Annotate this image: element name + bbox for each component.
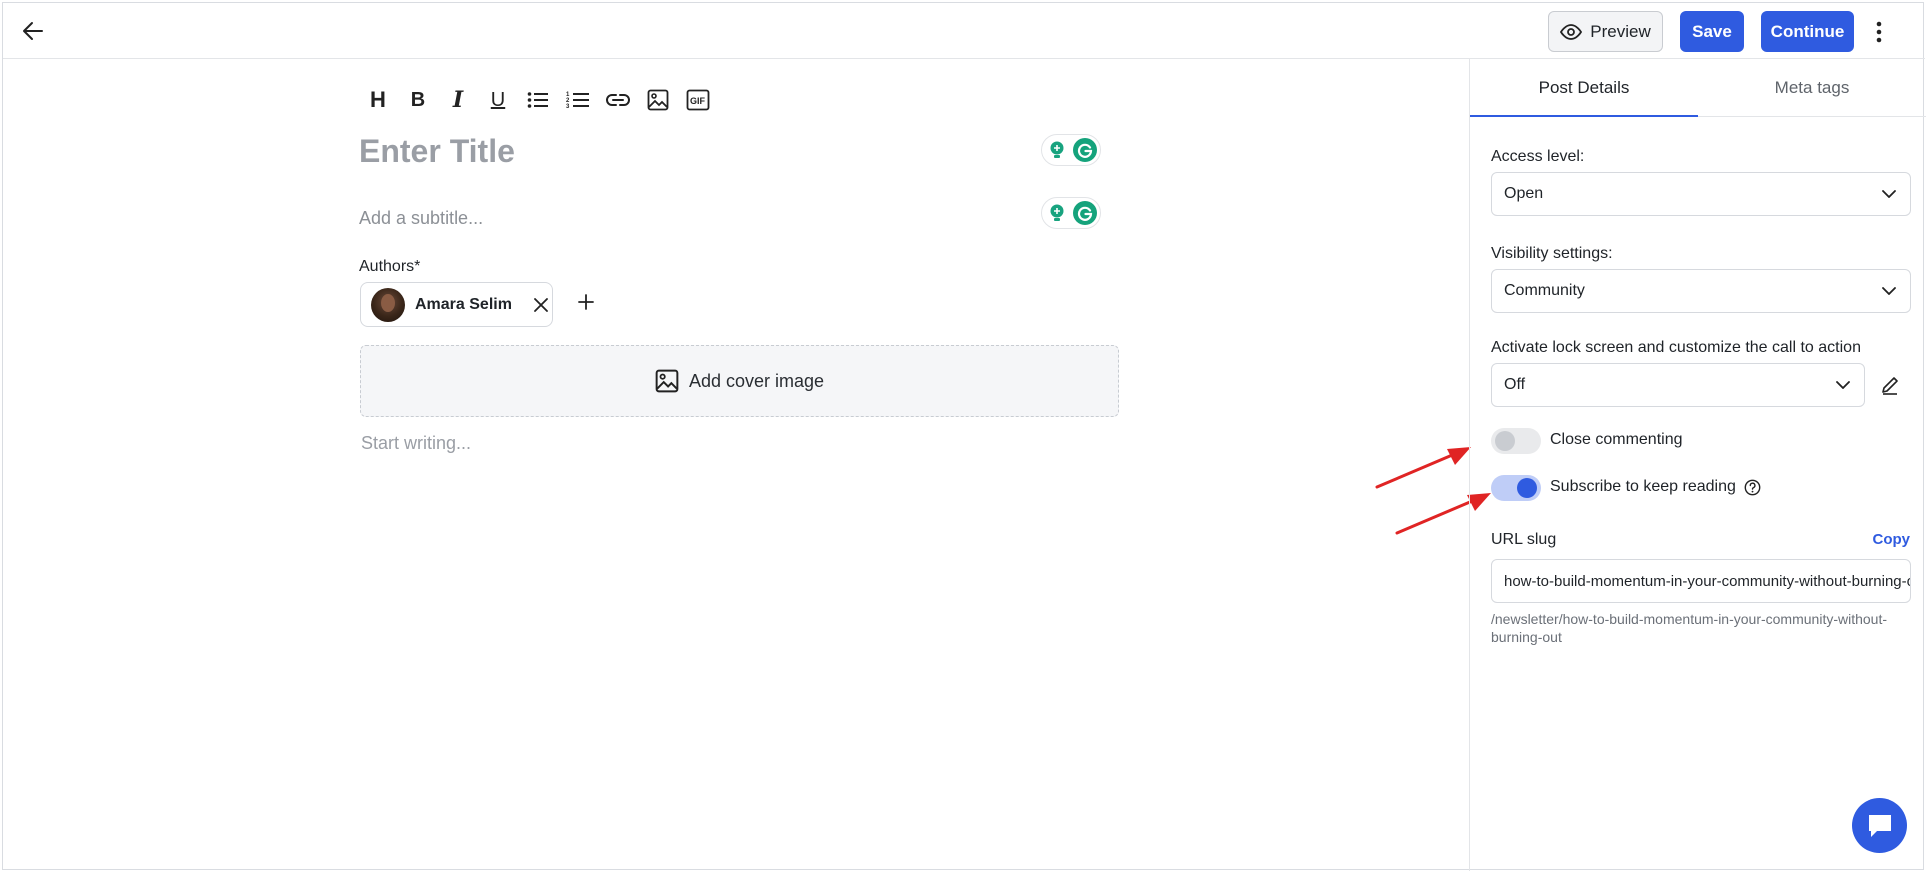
close-commenting-toggle[interactable] (1491, 428, 1541, 454)
link-icon (606, 94, 630, 106)
url-slug-label: URL slug (1491, 531, 1557, 548)
grammarly-icon (1073, 138, 1097, 162)
tab-meta-tags[interactable]: Meta tags (1698, 59, 1926, 116)
panel-tabs: Post Details Meta tags (1470, 59, 1926, 117)
plus-icon (578, 294, 594, 310)
link-button[interactable] (603, 85, 633, 115)
chevron-down-icon (1836, 381, 1850, 389)
bullet-list-icon (527, 92, 548, 108)
tab-post-details[interactable]: Post Details (1470, 59, 1698, 117)
access-level-select[interactable]: Open (1491, 172, 1911, 216)
pencil-icon (1882, 377, 1898, 395)
numbered-list-button[interactable]: 123 (563, 85, 593, 115)
body-editor[interactable]: Start writing... (361, 433, 471, 454)
more-options-button[interactable] (1869, 17, 1889, 47)
edit-lock-screen-button[interactable] (1878, 373, 1902, 397)
back-button[interactable] (17, 17, 49, 45)
visibility-settings-label: Visibility settings: (1491, 245, 1613, 262)
underline-button[interactable]: U (483, 85, 513, 115)
lightbulb-icon (1045, 138, 1069, 162)
remove-author-button[interactable] (532, 296, 550, 314)
heading-icon: H (370, 87, 386, 112)
subscribe-label: Subscribe to keep reading (1550, 478, 1761, 496)
chat-support-button[interactable] (1852, 798, 1907, 853)
gif-icon: GIF (686, 89, 710, 111)
visibility-settings-select[interactable]: Community (1491, 269, 1911, 313)
chevron-down-icon (1882, 190, 1896, 198)
italic-icon: I (452, 87, 464, 113)
heading-button[interactable]: H (363, 85, 393, 115)
post-details-panel: Post Details Meta tags Access level: Ope… (1469, 59, 1926, 871)
authors-label: Authors* (359, 258, 421, 275)
subscribe-to-keep-reading-toggle[interactable] (1491, 475, 1541, 501)
url-slug-input[interactable]: how-to-build-momentum-in-your-community-… (1491, 559, 1911, 603)
cover-label: Add cover image (688, 370, 825, 391)
close-commenting-label: Close commenting (1550, 431, 1683, 449)
access-level-label: Access level: (1491, 148, 1585, 165)
grammarly-icon (1073, 201, 1097, 225)
preview-label: Preview (1590, 21, 1651, 41)
title-input[interactable]: Enter Title (359, 133, 515, 170)
lock-screen-value: Off (1504, 376, 1526, 393)
visibility-value: Community (1504, 282, 1585, 299)
continue-button[interactable]: Continue (1761, 11, 1854, 52)
editor-toolbar: H B I U 123 GIF (363, 84, 713, 116)
grammarly-widget-subtitle[interactable] (1041, 197, 1101, 229)
chat-bubble-icon (1868, 814, 1891, 837)
close-commenting-text: Close commenting (1550, 431, 1683, 448)
help-circle-icon[interactable] (1744, 479, 1761, 496)
bullet-list-button[interactable] (523, 85, 553, 115)
url-path-preview: /newsletter/how-to-build-momentum-in-you… (1491, 611, 1888, 645)
lightbulb-icon (1045, 201, 1069, 225)
gif-icon-label: GIF (690, 96, 706, 106)
lock-screen-select[interactable]: Off (1491, 363, 1865, 407)
copy-slug-button[interactable]: Copy (1873, 531, 1911, 548)
eye-icon (1560, 23, 1583, 40)
toggle-knob (1495, 431, 1515, 451)
top-bar: Preview Save Continue (3, 3, 1925, 59)
bold-icon: B (410, 88, 426, 111)
lock-screen-label: Activate lock screen and customize the c… (1491, 339, 1861, 356)
image-button[interactable] (643, 85, 673, 115)
grammarly-widget-title[interactable] (1041, 134, 1101, 166)
italic-button[interactable]: I (443, 85, 473, 115)
kebab-menu-icon (1876, 21, 1882, 43)
close-icon (534, 297, 548, 312)
avatar (371, 287, 405, 322)
toggle-knob (1517, 478, 1537, 498)
svg-text:3: 3 (566, 104, 570, 110)
subtitle-input[interactable]: Add a subtitle... (359, 208, 483, 229)
author-chip: Amara Selim (360, 282, 553, 327)
subscribe-text: Subscribe to keep reading (1550, 478, 1736, 495)
author-name: Amara Selim (415, 295, 512, 313)
arrow-left-icon (23, 22, 43, 40)
chevron-down-icon (1882, 287, 1896, 295)
gif-button[interactable]: GIF (683, 85, 713, 115)
add-author-button[interactable] (575, 291, 597, 313)
preview-button[interactable]: Preview (1548, 11, 1663, 52)
add-cover-image-button[interactable]: Add cover image (360, 345, 1119, 417)
numbered-list-icon: 123 (566, 92, 589, 110)
save-button[interactable]: Save (1680, 11, 1744, 52)
underline-icon: U (490, 88, 506, 111)
bold-button[interactable]: B (403, 85, 433, 115)
image-icon (655, 369, 679, 393)
access-level-value: Open (1504, 185, 1544, 202)
annotation-arrow-icon (1375, 447, 1471, 489)
app-window: Preview Save Continue H B I U 123 GIF En… (2, 2, 1926, 871)
image-icon (647, 89, 669, 111)
